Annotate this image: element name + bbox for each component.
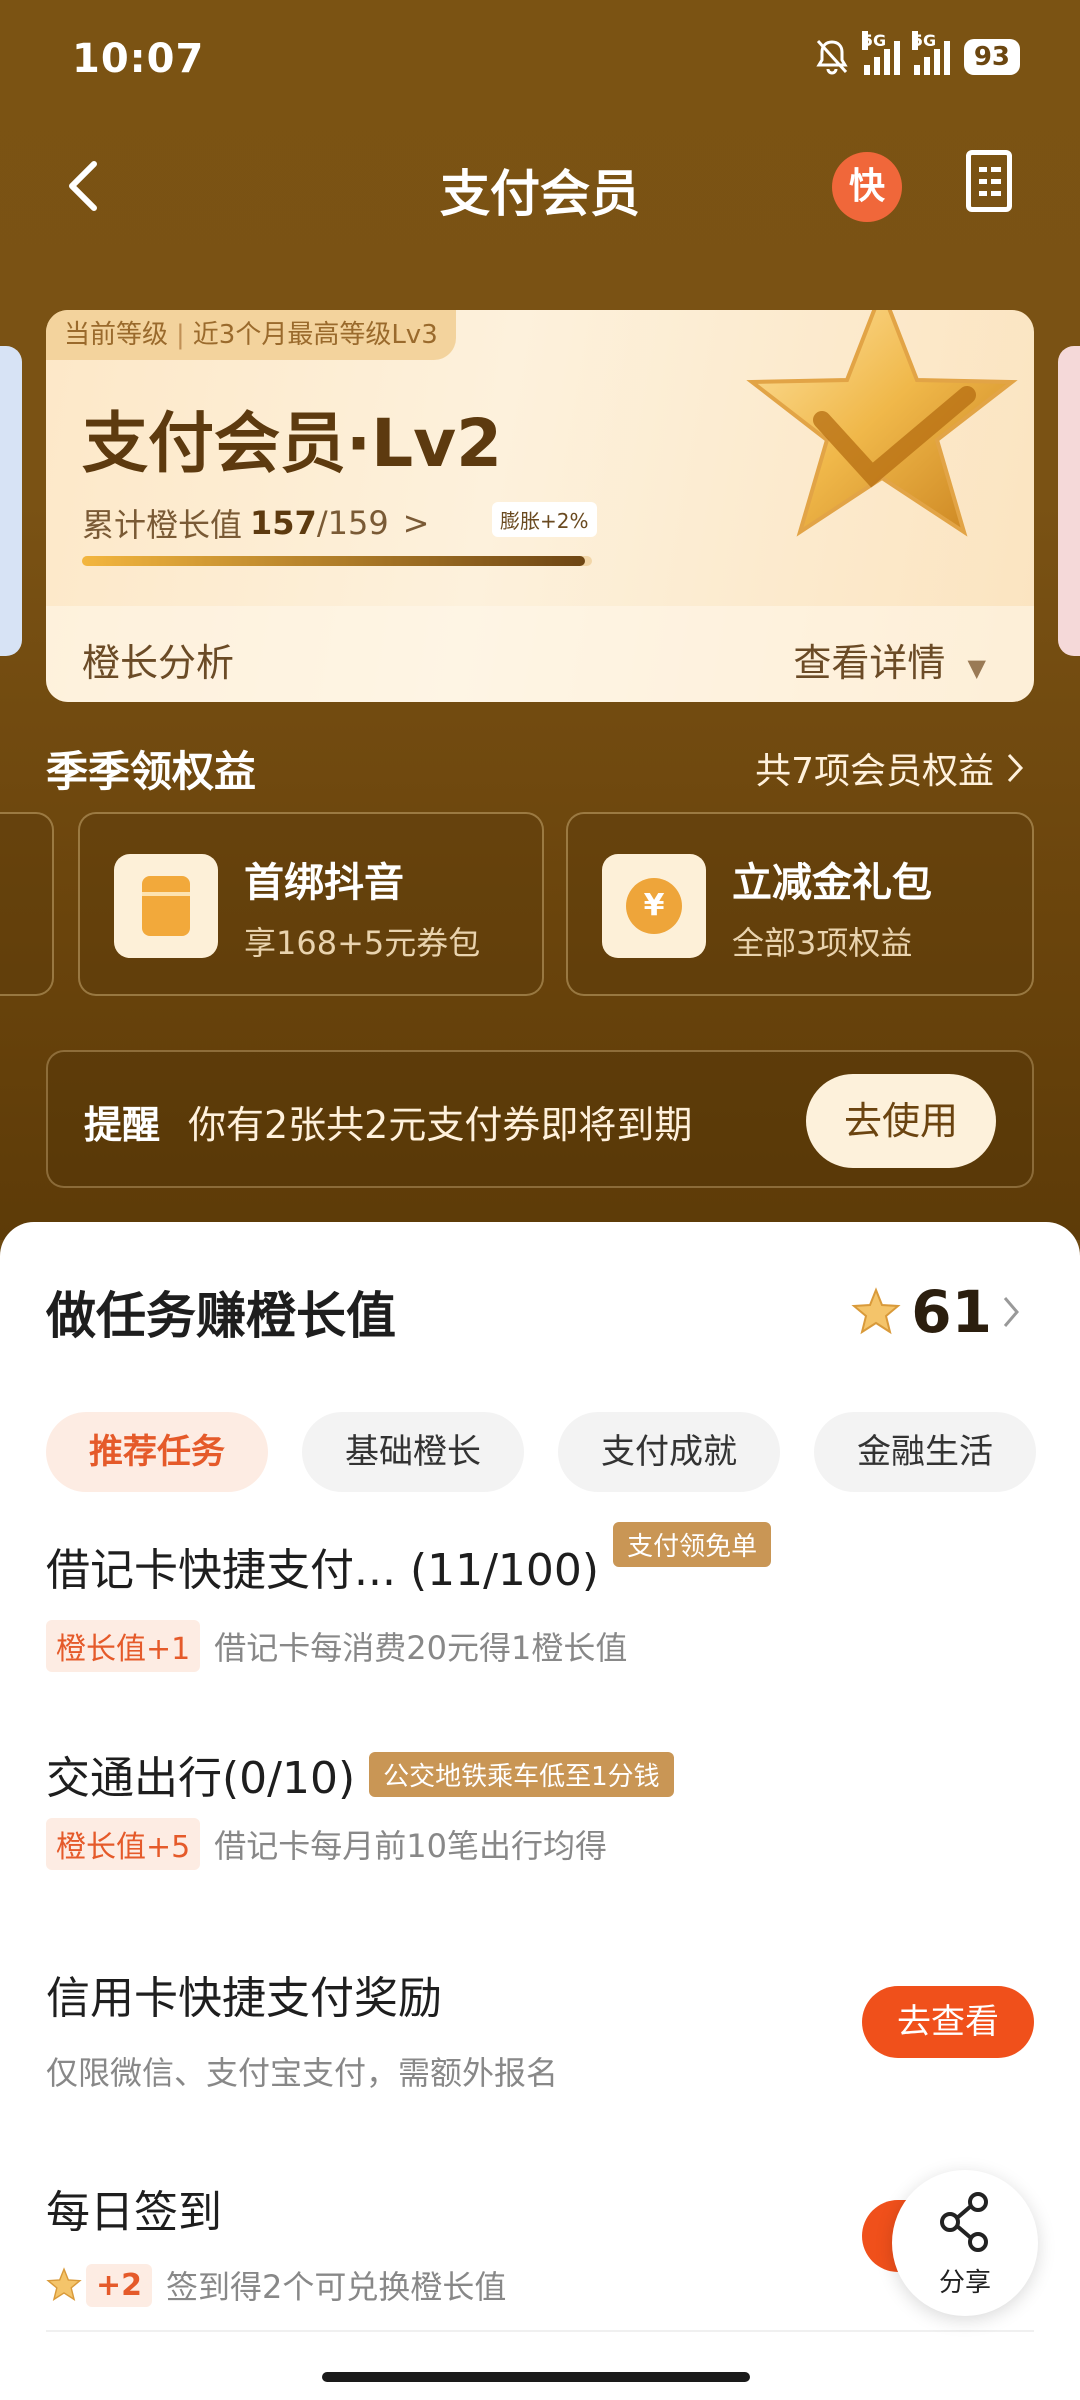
member-level-name: 支付会员·Lv2 bbox=[82, 405, 503, 482]
benefits-title: 季季领权益 bbox=[46, 747, 257, 796]
caret-down-icon: ▼ bbox=[967, 654, 986, 682]
chevron-right-icon: > bbox=[402, 504, 430, 542]
signal-icon: 5G bbox=[861, 31, 900, 75]
prev-card-peek[interactable] bbox=[0, 346, 22, 656]
growth-analysis-row[interactable]: 橙长分析 查看详情 ▼ bbox=[46, 606, 1034, 702]
benefit-card-peek[interactable] bbox=[0, 812, 54, 996]
red-packet-icon bbox=[114, 854, 218, 958]
reward-pill: 橙长值+1 bbox=[46, 1620, 201, 1672]
view-task-button[interactable]: 去查看 bbox=[862, 1986, 1034, 2058]
growth-value-row[interactable]: 累计橙长值 157/159 > bbox=[82, 500, 429, 546]
reward-pill: +2 bbox=[86, 2263, 153, 2307]
tab-finance[interactable]: 金融生活 bbox=[814, 1412, 1036, 1492]
growth-progress-fill bbox=[82, 556, 586, 566]
task-section-title: 做任务赚橙长值 bbox=[46, 1287, 396, 1345]
share-icon bbox=[940, 2192, 988, 2252]
member-level-card[interactable]: 当前等级 | 近3个月最高等级Lv3 支付会员·Lv2 累计橙长值 157/159 … bbox=[46, 310, 1034, 702]
tab-payment-achievement[interactable]: 支付成就 bbox=[558, 1412, 780, 1492]
next-card-peek[interactable] bbox=[1058, 346, 1080, 656]
battery-icon: 93 bbox=[963, 39, 1020, 75]
reward-pill: 橙长值+5 bbox=[46, 1818, 201, 1870]
status-icons: 5G 5G 93 bbox=[814, 31, 1020, 76]
tab-basic[interactable]: 基础橙长 bbox=[302, 1412, 524, 1492]
coupon-expiry-reminder: 提醒 你有2张共2元支付券即将到期 去使用 bbox=[46, 1050, 1034, 1188]
chevron-right-icon bbox=[1007, 753, 1024, 783]
page-title: 支付会员 bbox=[440, 165, 640, 223]
benefit-card-douyin[interactable]: 首绑抖音 享168+5元券包 bbox=[78, 812, 544, 996]
app-header: 支付会员 快 bbox=[0, 140, 1080, 230]
task-item-transport[interactable]: 交通出行(0/10) 公交地铁乘车低至1分钱 橙长值+5 借记卡每月前10笔出行均得 bbox=[46, 1742, 1034, 1870]
expand-tag: 膨胀+2% bbox=[492, 502, 597, 537]
task-badge: 公交地铁乘车低至1分钱 bbox=[369, 1751, 674, 1797]
reminder-label: 提醒 bbox=[84, 1103, 161, 1147]
gold-star-icon bbox=[746, 310, 1018, 537]
all-benefits-link[interactable]: 共7项会员权益 bbox=[755, 742, 1024, 794]
record-list-icon[interactable] bbox=[966, 150, 1012, 212]
star-icon bbox=[46, 2267, 82, 2301]
coin-icon: ¥ bbox=[602, 854, 706, 958]
task-tabs: 推荐任务 基础橙长 支付成就 金融生活 bbox=[46, 1412, 1036, 1492]
benefit-card-lijianjin[interactable]: ¥ 立减金礼包 全部3项权益 bbox=[566, 812, 1034, 996]
view-detail-button[interactable]: 查看详情 ▼ bbox=[793, 632, 986, 687]
divider bbox=[46, 2330, 1034, 2332]
share-button[interactable]: 分享 bbox=[892, 2170, 1038, 2316]
task-item-credit-card[interactable]: 信用卡快捷支付奖励 仅限微信、支付宝支付，需额外报名 去查看 bbox=[46, 1962, 1034, 2094]
task-item-daily-checkin[interactable]: 每日签到 +2 签到得2个可兑换橙长值 去签到 bbox=[46, 2176, 1034, 2308]
star-icon bbox=[851, 1287, 901, 1335]
growth-score[interactable]: 61 bbox=[851, 1278, 1020, 1346]
mute-bell-icon bbox=[816, 39, 848, 75]
analysis-label: 橙长分析 bbox=[82, 641, 235, 685]
status-time: 10:07 bbox=[72, 36, 205, 82]
status-bar: 10:07 5G 5G 93 bbox=[0, 30, 1080, 94]
level-badge: 当前等级 | 近3个月最高等级Lv3 bbox=[46, 310, 456, 360]
task-item-debit-card[interactable]: 借记卡快捷支付... (11/100) 支付领免单 橙长值+1 借记卡每消费20元得… bbox=[46, 1521, 1034, 1672]
signal-icon-2: 5G bbox=[911, 31, 950, 75]
tab-recommended[interactable]: 推荐任务 bbox=[46, 1412, 268, 1492]
task-badge: 支付领免单 bbox=[613, 1521, 772, 1567]
growth-progress-bar bbox=[82, 556, 592, 566]
reminder-text: 你有2张共2元支付券即将到期 bbox=[188, 1103, 693, 1147]
chevron-right-icon bbox=[1003, 1297, 1019, 1327]
kuai-icon[interactable]: 快 bbox=[832, 152, 902, 222]
use-coupon-button[interactable]: 去使用 bbox=[806, 1074, 996, 1168]
home-indicator[interactable] bbox=[322, 2372, 750, 2382]
